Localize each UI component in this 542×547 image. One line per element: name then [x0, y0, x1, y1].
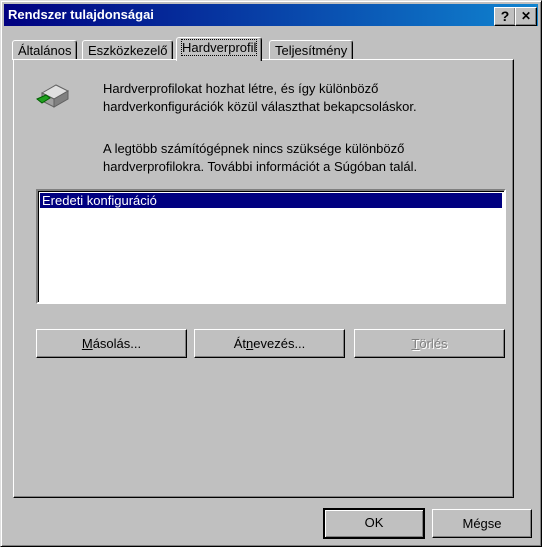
tab-hardware-profiles[interactable]: Hardverprofil [176, 37, 263, 61]
label-part: Át [233, 336, 247, 351]
system-properties-dialog: Rendszer tulajdonságai ? ✕ Általános Esz… [0, 0, 542, 547]
rename-button[interactable]: Átnevezés... [194, 329, 345, 358]
profile-item-original[interactable]: Eredeti konfiguráció [40, 193, 502, 208]
intro-text: Hardverprofilokat hozhat létre, és így k… [103, 80, 417, 116]
info-line: hardverprofilokra. További információt a… [103, 159, 418, 174]
help-button[interactable]: ? [494, 7, 516, 26]
intro-line: Hardverprofilokat hozhat létre, és így k… [103, 81, 379, 96]
tab-label: Eszközkezelő [88, 43, 168, 58]
delete-button[interactable]: Törlés [354, 329, 505, 358]
title-bar: Rendszer tulajdonságai ? ✕ [4, 4, 538, 26]
profile-listbox[interactable]: Eredeti konfiguráció [36, 189, 506, 304]
label-part: evezés... [253, 336, 306, 351]
info-line: A legtöbb számítógépnek nincs szüksége k… [103, 141, 405, 156]
copy-button[interactable]: Másolás... [36, 329, 187, 358]
label-part: örlés [419, 336, 448, 351]
window-title: Rendszer tulajdonságai [8, 7, 154, 22]
intro-line: hardverkonfigurációk közül választhat be… [103, 99, 417, 114]
info-text: A legtöbb számítógépnek nincs szüksége k… [103, 140, 417, 176]
tab-label: Teljesítmény [275, 43, 348, 58]
label-part: ásolás... [92, 336, 142, 351]
close-button[interactable]: ✕ [515, 7, 537, 26]
ok-button[interactable]: OK [323, 508, 425, 539]
tab-performance[interactable]: Teljesítmény [269, 40, 354, 60]
tab-label: Hardverprofil [180, 39, 258, 56]
accelerator-key: M [81, 336, 93, 351]
tab-general[interactable]: Általános [12, 40, 78, 60]
cancel-button[interactable]: Mégse [432, 509, 532, 538]
hardware-profile-icon [36, 84, 70, 108]
tab-label: Általános [18, 43, 72, 58]
tab-device-manager[interactable]: Eszközkezelő [82, 40, 174, 60]
